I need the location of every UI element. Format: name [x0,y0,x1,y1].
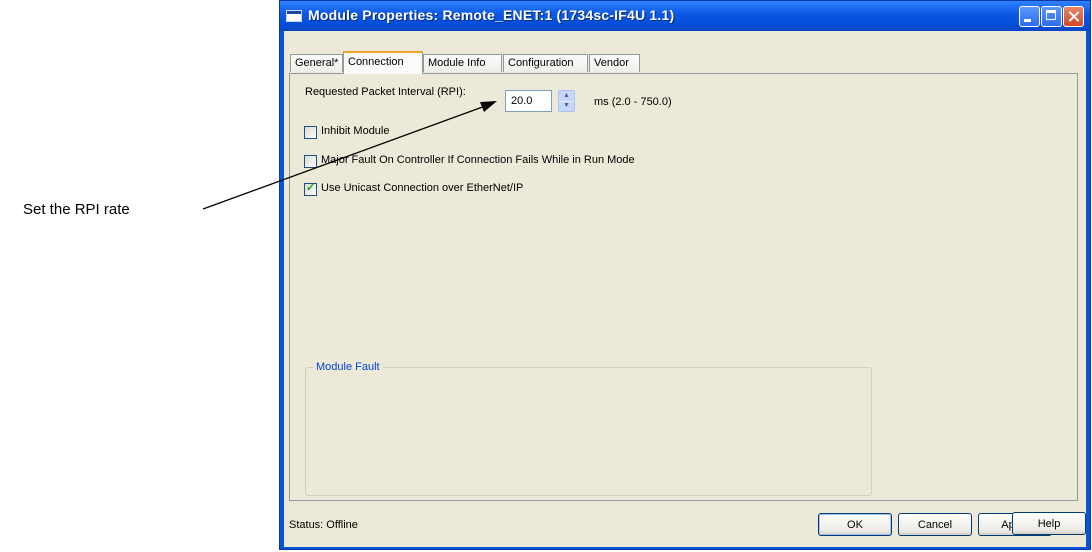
checkmark-icon: ✓ [306,182,316,194]
module-properties-dialog: Module Properties: Remote_ENET:1 (1734sc… [279,0,1091,550]
cancel-button[interactable]: Cancel [898,513,972,536]
maximize-icon[interactable] [1041,6,1062,27]
module-fault-group: Module Fault [305,361,872,496]
minimize-icon[interactable] [1019,6,1040,27]
window-app-icon [286,10,302,22]
tab-connection[interactable]: Connection [343,51,423,74]
rpi-input[interactable]: 20.0 [505,90,552,112]
unicast-label: Use Unicast Connection over EtherNet/IP [321,182,524,194]
tab-configuration[interactable]: Configuration [503,54,588,72]
annotation-label: Set the RPI rate [23,201,130,218]
help-button[interactable]: Help [1012,512,1086,535]
inhibit-module-label: Inhibit Module [321,125,390,137]
tab-general[interactable]: General* [290,54,343,72]
module-fault-title: Module Fault [313,361,383,373]
tab-vendor[interactable]: Vendor [589,54,640,72]
rpi-range-label: ms (2.0 - 750.0) [594,96,672,108]
rpi-label: Requested Packet Interval (RPI): [305,86,466,98]
tab-module-info[interactable]: Module Info [423,54,502,72]
close-icon[interactable] [1063,6,1084,27]
major-fault-checkbox[interactable] [304,155,317,168]
inhibit-module-checkbox[interactable] [304,126,317,139]
ok-button[interactable]: OK [818,513,892,536]
dialog-client-area: General* Connection Module Info Configur… [284,31,1086,547]
unicast-checkbox[interactable]: ✓ [304,182,317,196]
title-bar[interactable]: Module Properties: Remote_ENET:1 (1734sc… [280,1,1090,31]
connection-tab-panel: Requested Packet Interval (RPI): 20.0 ▲ … [289,73,1078,501]
status-text: Status: Offline [289,519,358,531]
rpi-spinner[interactable]: ▲ ▼ [558,90,575,112]
spin-down-icon[interactable]: ▼ [559,101,574,111]
major-fault-label: Major Fault On Controller If Connection … [321,154,635,166]
window-title: Module Properties: Remote_ENET:1 (1734sc… [308,7,675,23]
